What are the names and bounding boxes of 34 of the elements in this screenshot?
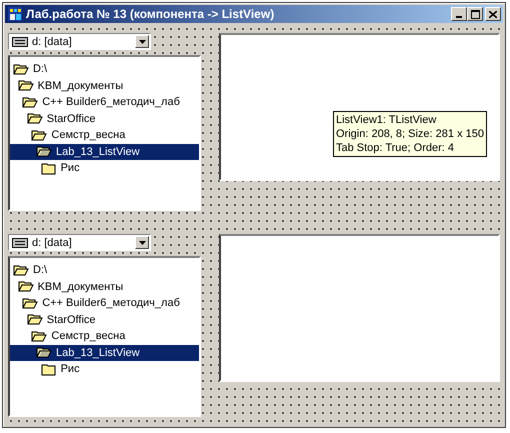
minimize-button[interactable] [451,7,467,21]
drive-combo[interactable]: d: [data] [8,33,151,50]
tree-item[interactable]: Рис [60,162,80,174]
tree-item[interactable]: KBM_документы [38,280,124,293]
close-button[interactable] [485,7,501,21]
close-icon [489,10,497,18]
maximize-button[interactable] [467,7,483,21]
list-view[interactable] [219,234,500,382]
drive-icon [12,238,28,248]
dropdown-arrow-icon [138,40,146,44]
list-view[interactable]: ListView1: TListView Origin: 208, 8; Size: 281 x 150 Tab Stop: True; Order: 4 [219,33,500,181]
drive-icon [12,36,28,46]
tree-item[interactable]: StarOffice [46,314,96,326]
maximize-icon [470,10,480,18]
tree-item[interactable]: KBM_документы [38,80,124,92]
tooltip-text: Tab Stop: True; Order: 4 [336,141,456,155]
tree-item[interactable]: Семстр_весна [51,129,126,142]
folder-tree[interactable]: D:\ KBM_документы C++ Builder6_методич_лаб StarOffice Семстр_весна Lab_13_ListView Рис [8,55,201,211]
tree-item[interactable]: D:\ [33,264,48,276]
window-title: Лаб.работа № 13 (компонента -> ListView) [26,7,276,21]
app-icon [7,6,23,22]
tree-item[interactable]: Рис [60,363,80,376]
dropdown-button[interactable] [135,236,149,249]
folder-tree[interactable]: D:\ KBM_документы C++ Builder6_методич_лаб StarOffice Семстр_весна Lab_13_ListView Рис [8,256,201,417]
dropdown-button[interactable] [135,35,149,48]
tree-item[interactable]: C++ Builder6_методич_лаб [42,96,180,108]
tree-item[interactable]: C++ Builder6_методич_лаб [42,297,180,310]
tooltip-text: ListView1: TListView [336,113,438,127]
tooltip-text: Origin: 208, 8; Size: 281 x 150 [336,127,484,141]
tree-item[interactable]: D:\ [33,63,48,76]
tree-item[interactable]: Семстр_весна [51,330,126,342]
drive-combo[interactable]: d: [data] [8,234,151,251]
dropdown-arrow-icon [138,240,146,244]
tree-item[interactable]: StarOffice [46,112,96,125]
